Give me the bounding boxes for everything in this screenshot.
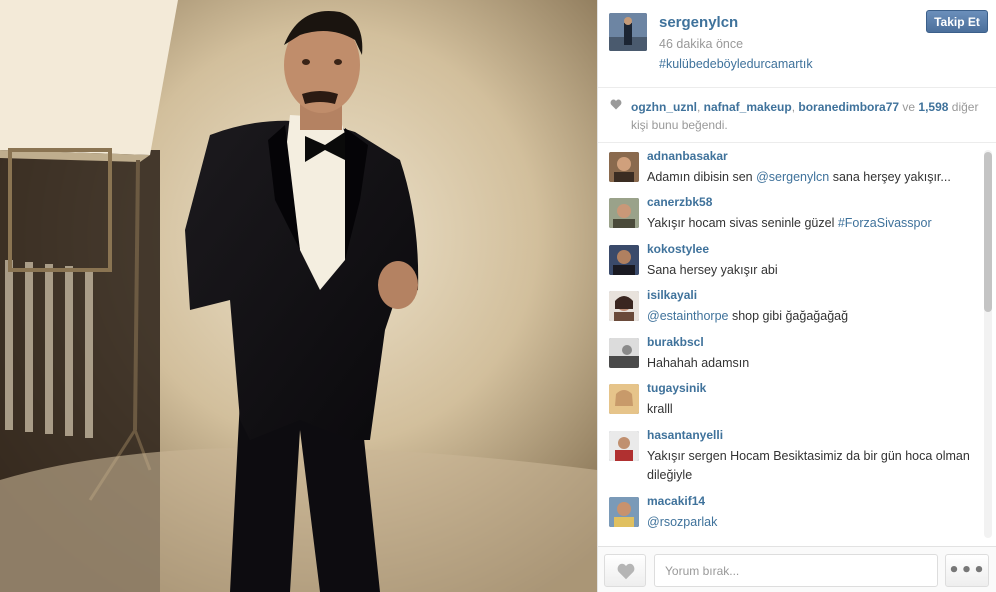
avatar-image (609, 497, 639, 527)
author-username[interactable]: sergenylcn (659, 14, 738, 31)
comment-text: Hahahah adamsın (647, 354, 977, 373)
comment-list: adnanbasakar Adamın dibisin sen @sergeny… (598, 144, 983, 542)
comment-text-part: Hahahah adamsın (647, 356, 750, 370)
more-options-button[interactable]: ••• (945, 554, 989, 587)
avatar-image (609, 152, 639, 182)
comment-text-part: shop gibi ğağağağağ (728, 309, 849, 323)
comment-mention[interactable]: #ForzaSivasspor (838, 216, 932, 230)
comment-username[interactable]: hasantanyelli (647, 428, 723, 442)
comment-username[interactable]: burakbscl (647, 335, 704, 349)
likes-separator: , (697, 100, 704, 114)
likes-connector: ve (899, 100, 919, 114)
comment-text: Yakışır hocam sivas seninle güzel #Forza… (647, 214, 977, 233)
like-button[interactable] (604, 554, 646, 587)
liker-link[interactable]: boranedimbora77 (798, 100, 899, 114)
comment-mention[interactable]: @estainthorpe (647, 309, 729, 323)
avatar[interactable] (609, 152, 639, 182)
heart-icon (610, 99, 622, 110)
comment-text: Adamın dibisin sen @sergenylcn sana herş… (647, 168, 977, 187)
comment-text-part: Yakışır hocam sivas seninle güzel (647, 216, 838, 230)
likes-count[interactable]: 1,598 (918, 100, 948, 114)
post-hashtag[interactable]: #kulübedeböyledurcamartık (659, 57, 813, 71)
comment-username[interactable]: macakif14 (647, 494, 705, 508)
comment-text: Yakışır sergen Hocam Besiktasimiz da bir… (647, 447, 977, 485)
comment-username[interactable]: isilkayali (647, 288, 697, 302)
post-timestamp: 46 dakika önce (659, 37, 744, 51)
comment-text: Sana hersey yakışır abi (647, 261, 977, 280)
avatar[interactable] (609, 431, 639, 461)
photo-illustration (0, 0, 597, 592)
avatar-image (609, 338, 639, 368)
comment-text: @estainthorpe shop gibi ğağağağağ (647, 307, 977, 326)
comment-text-part: Sana hersey yakışır abi (647, 263, 778, 277)
author-avatar-image (609, 13, 647, 51)
comment-text-part: sana herşey yakışır... (829, 170, 951, 184)
comment-text: @rsozparlak (647, 513, 977, 532)
comment-mention[interactable]: @sergenylcn (756, 170, 829, 184)
liker-link[interactable]: nafnaf_makeup (704, 100, 792, 114)
post-photo (0, 0, 597, 592)
more-options-icon: ••• (948, 560, 986, 581)
avatar-image (609, 291, 639, 321)
comment-text-part: kralll (647, 402, 673, 416)
comment-username[interactable]: adnanbasakar (647, 149, 728, 163)
post-header: sergenylcn 46 dakika önce #kulübedeböyle… (598, 0, 996, 88)
avatar-image (609, 245, 639, 275)
avatar[interactable] (609, 338, 639, 368)
comment-text-part: Yakışır sergen Hocam Besiktasimiz da bir… (647, 449, 970, 482)
avatar[interactable] (609, 497, 639, 527)
likes-summary: ogzhn_uznl, nafnaf_makeup, boranedimbora… (631, 98, 991, 134)
comment-username[interactable]: canerzbk58 (647, 195, 712, 209)
avatar-image (609, 431, 639, 461)
comment-footer: ••• (598, 546, 996, 592)
avatar[interactable] (609, 291, 639, 321)
comment-username[interactable]: tugaysinik (647, 381, 706, 395)
likes-section: ogzhn_uznl, nafnaf_makeup, boranedimbora… (598, 89, 996, 143)
post-detail-panel: sergenylcn 46 dakika önce #kulübedeböyle… (597, 0, 996, 592)
comment-username[interactable]: kokostylee (647, 242, 709, 256)
avatar[interactable] (609, 198, 639, 228)
comments-scrollbar-thumb[interactable] (984, 152, 992, 312)
comment-mention[interactable]: @rsozparlak (647, 515, 717, 529)
heart-icon (617, 563, 635, 580)
avatar[interactable] (609, 384, 639, 414)
comment-text: kralll (647, 400, 977, 419)
author-avatar[interactable] (609, 13, 647, 51)
liker-link[interactable]: ogzhn_uznl (631, 100, 697, 114)
comment-input[interactable] (654, 554, 938, 587)
comment-text-part: Adamın dibisin sen (647, 170, 757, 184)
avatar-image (609, 384, 639, 414)
avatar-image (609, 198, 639, 228)
follow-button[interactable]: Takip Et (926, 10, 988, 33)
avatar[interactable] (609, 245, 639, 275)
